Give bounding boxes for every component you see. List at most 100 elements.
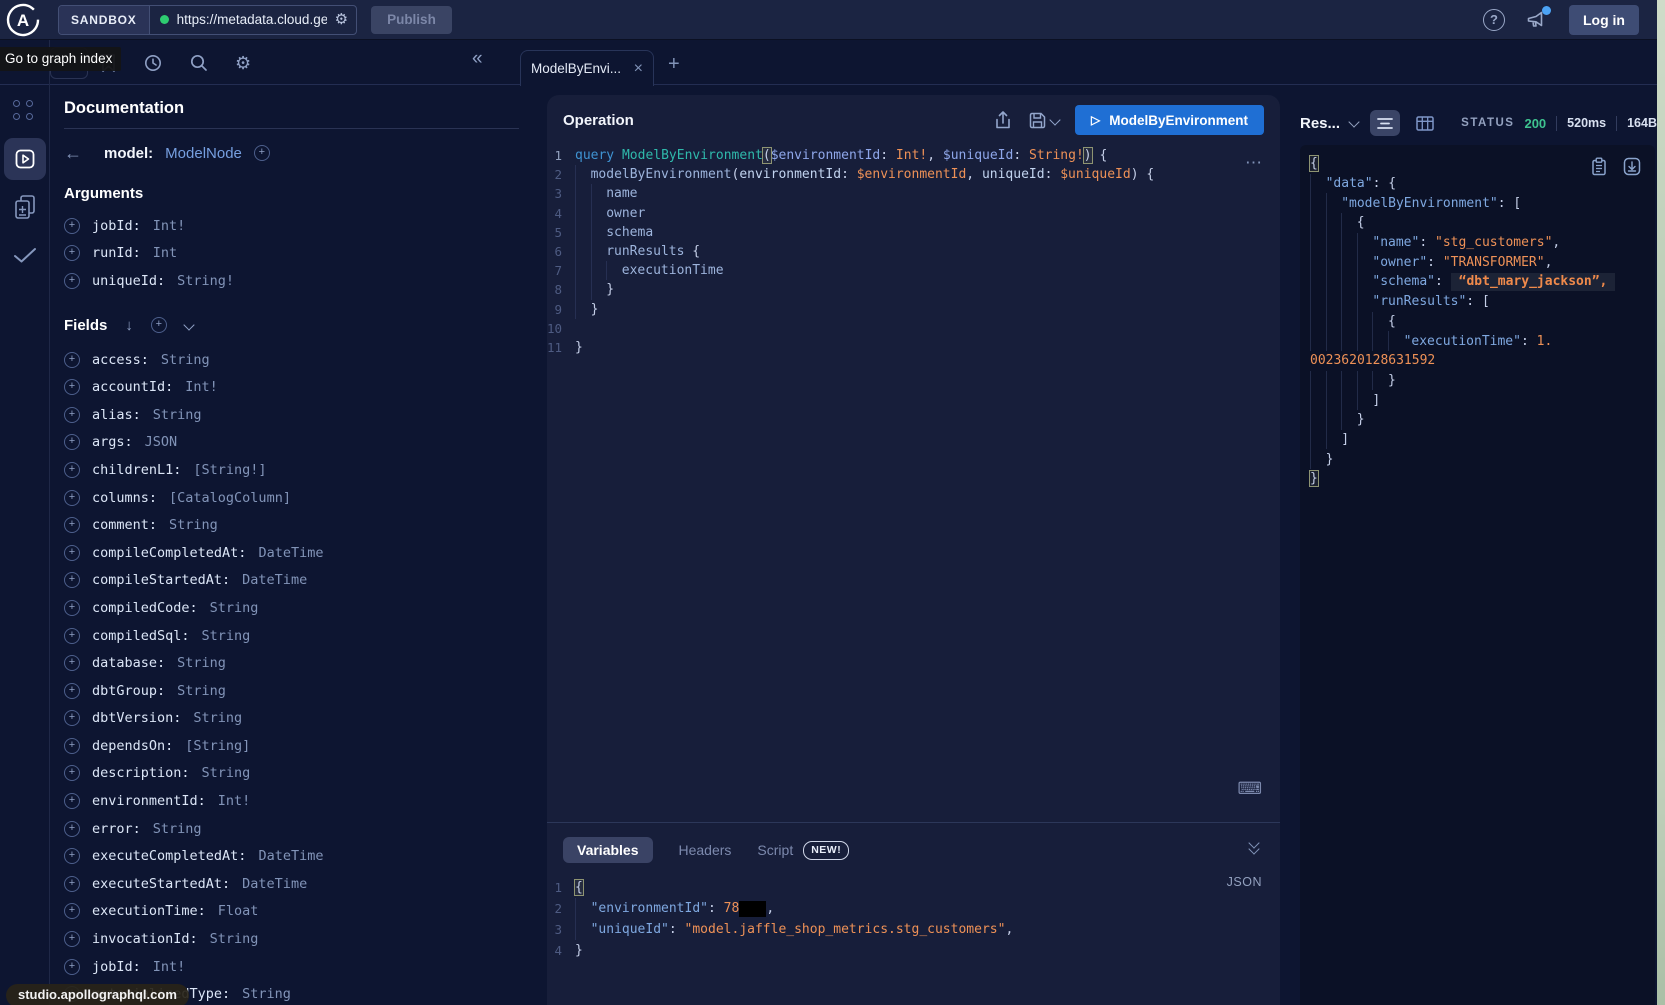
run-operation-button[interactable]: ▷ ModelByEnvironment: [1075, 105, 1264, 135]
field-name[interactable]: description:: [92, 765, 190, 781]
field-type[interactable]: Float: [218, 903, 259, 919]
collapse-variables-icon[interactable]: [1248, 839, 1262, 855]
download-response-icon[interactable]: [1623, 157, 1641, 176]
add-field-icon[interactable]: [64, 821, 80, 837]
field-name[interactable]: dbtVersion:: [92, 710, 181, 726]
field-name[interactable]: accountId:: [92, 379, 173, 395]
field-name[interactable]: dependsOn:: [92, 738, 173, 754]
field-type[interactable]: Int!: [153, 218, 186, 234]
response-tree-view-icon[interactable]: [1370, 110, 1400, 136]
graph-index-icon[interactable]: [11, 98, 37, 124]
field-type[interactable]: String: [242, 986, 291, 1002]
announcements-megaphone-icon[interactable]: [1525, 9, 1549, 31]
keyboard-shortcuts-icon[interactable]: ⌨: [1237, 779, 1262, 799]
field-name[interactable]: comment:: [92, 517, 157, 533]
field-type[interactable]: String: [153, 821, 202, 837]
sidebar-item-explorer[interactable]: [4, 138, 46, 180]
login-button[interactable]: Log in: [1569, 5, 1639, 35]
field-type[interactable]: String: [202, 765, 251, 781]
add-field-icon[interactable]: [64, 462, 80, 478]
field-name[interactable]: executeStartedAt:: [92, 876, 230, 892]
field-type[interactable]: String: [177, 655, 226, 671]
apollo-logo[interactable]: A: [5, 2, 41, 38]
save-operation-icon[interactable]: [1028, 111, 1059, 130]
tab-variables[interactable]: Variables: [563, 837, 653, 863]
field-name[interactable]: jobId:: [92, 959, 141, 975]
field-name[interactable]: uniqueId:: [92, 273, 165, 289]
add-field-icon[interactable]: [64, 407, 80, 423]
field-type[interactable]: Int!: [218, 793, 251, 809]
field-name[interactable]: executionTime:: [92, 903, 206, 919]
field-name[interactable]: error:: [92, 821, 141, 837]
add-field-icon[interactable]: [64, 600, 80, 616]
field-name[interactable]: database:: [92, 655, 165, 671]
field-type[interactable]: String: [153, 407, 202, 423]
settings-gear-icon[interactable]: ⚙: [235, 54, 251, 72]
add-field-icon[interactable]: [64, 379, 80, 395]
field-type[interactable]: String: [169, 517, 218, 533]
field-type[interactable]: Int!: [185, 379, 218, 395]
variables-editor[interactable]: 1{2"environmentId": 78,3"uniqueId": "mod…: [547, 863, 1280, 961]
field-type[interactable]: [CatalogColumn]: [169, 490, 291, 506]
field-name[interactable]: access:: [92, 352, 149, 368]
field-type[interactable]: String: [177, 683, 226, 699]
operation-tab[interactable]: ModelByEnvi... ×: [520, 50, 654, 86]
add-field-icon[interactable]: [64, 655, 80, 671]
field-name[interactable]: invocationId:: [92, 931, 198, 947]
add-field-icon[interactable]: [64, 959, 80, 975]
response-dropdown-chevron-icon[interactable]: [1348, 116, 1359, 127]
response-json[interactable]: {"data": {"modelByEnvironment": [{"name"…: [1310, 154, 1655, 489]
field-type[interactable]: Int!: [153, 959, 186, 975]
help-icon[interactable]: ?: [1483, 9, 1505, 31]
add-field-icon[interactable]: [64, 490, 80, 506]
endpoint-url-field[interactable]: https://metadata.cloud.get ⚙: [150, 12, 356, 27]
add-field-icon[interactable]: [64, 352, 80, 368]
add-field-icon[interactable]: [64, 434, 80, 450]
add-field-icon[interactable]: [254, 145, 270, 161]
tab-script[interactable]: Script: [757, 842, 793, 858]
add-field-icon[interactable]: [64, 517, 80, 533]
history-icon[interactable]: [143, 53, 163, 73]
add-field-icon[interactable]: [64, 903, 80, 919]
add-field-icon[interactable]: [64, 765, 80, 781]
field-name[interactable]: dbtGroup:: [92, 683, 165, 699]
field-name[interactable]: compiledSql:: [92, 628, 190, 644]
field-type[interactable]: String: [210, 600, 259, 616]
add-field-icon[interactable]: [64, 218, 80, 234]
field-name[interactable]: alias:: [92, 407, 141, 423]
doc-type-link[interactable]: ModelNode: [165, 145, 242, 162]
field-name[interactable]: compileStartedAt:: [92, 572, 230, 588]
sidebar-item-checks[interactable]: [4, 238, 46, 272]
response-table-view-icon[interactable]: [1410, 110, 1440, 136]
field-type[interactable]: String: [193, 710, 242, 726]
field-type[interactable]: String: [161, 352, 210, 368]
copy-response-icon[interactable]: [1591, 157, 1607, 176]
add-field-icon[interactable]: [64, 738, 80, 754]
add-all-fields-icon[interactable]: [151, 317, 167, 333]
field-type[interactable]: String!: [177, 273, 234, 289]
tab-headers[interactable]: Headers: [679, 842, 732, 858]
field-type[interactable]: Int: [153, 245, 177, 261]
field-name[interactable]: compileCompletedAt:: [92, 545, 246, 561]
field-name[interactable]: compiledCode:: [92, 600, 198, 616]
add-field-icon[interactable]: [64, 545, 80, 561]
field-type[interactable]: String: [210, 931, 259, 947]
endpoint-settings-gear-icon[interactable]: ⚙: [335, 12, 348, 27]
field-name[interactable]: childrenL1:: [92, 462, 181, 478]
field-type[interactable]: DateTime: [258, 848, 323, 864]
add-field-icon[interactable]: [64, 273, 80, 289]
field-type[interactable]: String: [202, 628, 251, 644]
back-arrow-icon[interactable]: ←: [64, 144, 82, 162]
add-field-icon[interactable]: [64, 710, 80, 726]
field-type[interactable]: [String!]: [193, 462, 266, 478]
field-name[interactable]: columns:: [92, 490, 157, 506]
field-name[interactable]: jobId:: [92, 218, 141, 234]
save-dropdown-chevron-icon[interactable]: [1049, 114, 1060, 125]
publish-button[interactable]: Publish: [371, 6, 452, 34]
add-field-icon[interactable]: [64, 793, 80, 809]
add-field-icon[interactable]: [64, 848, 80, 864]
operation-more-menu-icon[interactable]: ⋯: [1245, 153, 1264, 173]
field-type[interactable]: DateTime: [242, 572, 307, 588]
add-field-icon[interactable]: [64, 683, 80, 699]
add-field-icon[interactable]: [64, 245, 80, 261]
